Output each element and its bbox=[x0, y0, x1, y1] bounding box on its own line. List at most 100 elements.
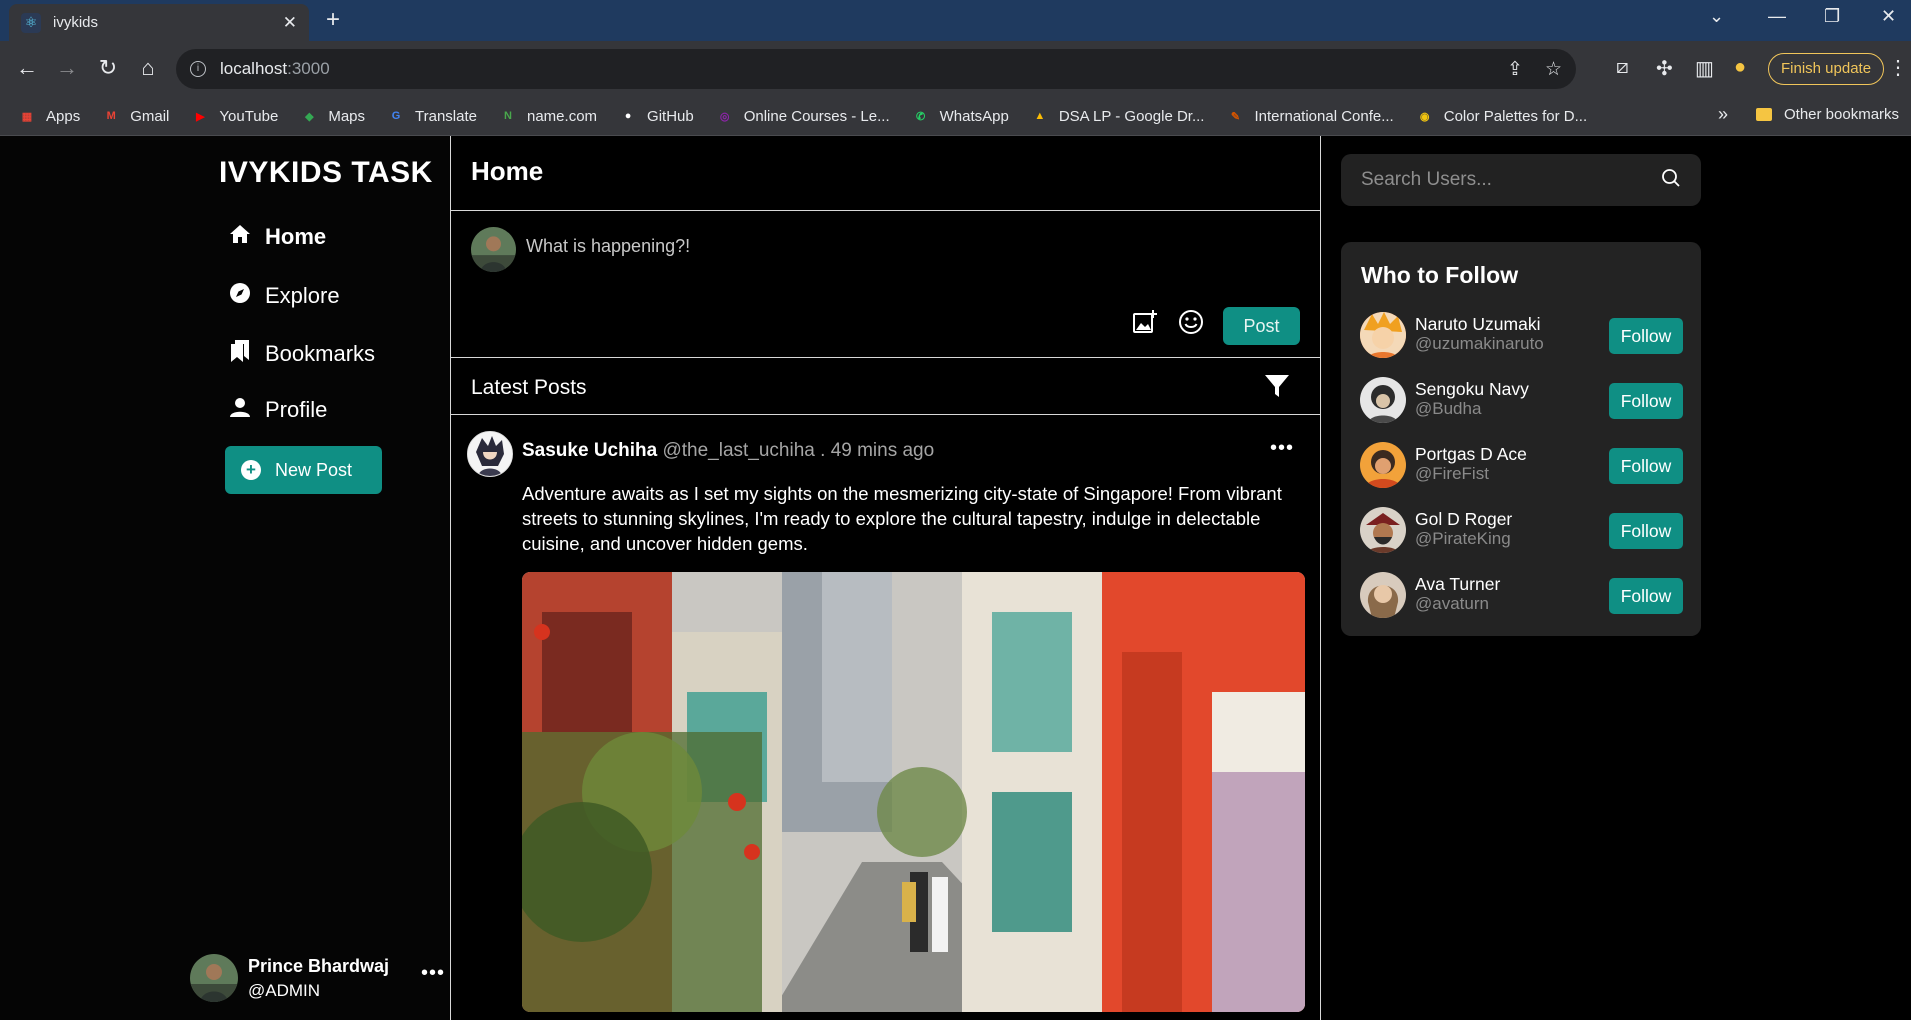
bookmarks-bar: ▦ Apps M Gmail ▶ YouTube ◆ Maps G Translate Nname.… bbox=[0, 97, 1911, 136]
bookmarks-icon bbox=[227, 339, 253, 369]
bookmark-item[interactable]: ◆ Maps bbox=[300, 107, 365, 125]
suggestion-avatar[interactable] bbox=[1360, 442, 1406, 488]
whatsapp-icon: ✆ bbox=[916, 110, 926, 123]
account-more-icon[interactable]: ••• bbox=[421, 962, 445, 985]
address-bar[interactable]: i localhost:3000 ⇪ ☆ bbox=[176, 49, 1576, 89]
new-tab-icon[interactable]: + bbox=[326, 8, 340, 32]
bookmark-item[interactable]: ▶ YouTube bbox=[191, 107, 278, 125]
suggestion-name[interactable]: Ava Turner bbox=[1415, 574, 1500, 595]
nav-item-home[interactable]: Home bbox=[227, 224, 326, 250]
extensions-puzzle-icon[interactable]: ✣ bbox=[1656, 56, 1673, 81]
follow-button[interactable]: Follow bbox=[1609, 513, 1683, 549]
suggestion-name[interactable]: Portgas D Ace bbox=[1415, 444, 1527, 465]
search-icon[interactable] bbox=[1661, 168, 1681, 193]
app: IVYKIDS TASK Home Explore Bookmarks Prof… bbox=[0, 136, 1911, 1020]
bookmark-item[interactable]: Nname.com bbox=[499, 107, 597, 125]
suggestion-avatar[interactable] bbox=[1360, 572, 1406, 618]
close-tab-icon[interactable]: ✕ bbox=[283, 13, 297, 33]
suggestion-name[interactable]: Naruto Uzumaki bbox=[1415, 314, 1540, 335]
bookmark-item[interactable]: M Gmail bbox=[102, 107, 170, 125]
suggestion-handle: @uzumakinaruto bbox=[1415, 334, 1544, 353]
post-author-name[interactable]: Sasuke Uchiha bbox=[522, 440, 657, 461]
post-author-handle[interactable]: @the_last_uchiha bbox=[662, 440, 814, 461]
bookmark-item[interactable]: ▲ DSA LP - Google Dr... bbox=[1031, 107, 1204, 125]
suggestion-avatar[interactable] bbox=[1360, 377, 1406, 423]
suggestion-name[interactable]: Sengoku Navy bbox=[1415, 379, 1529, 400]
follow-button[interactable]: Follow bbox=[1609, 318, 1683, 354]
post-author-avatar[interactable] bbox=[467, 431, 513, 477]
share-icon[interactable]: ⇪ bbox=[1507, 58, 1523, 81]
conference-icon: ✎ bbox=[1230, 110, 1241, 123]
who-to-follow-panel: Who to Follow Naruto Uzumaki @uzumakinar… bbox=[1341, 242, 1701, 636]
latest-posts-header: Latest Posts bbox=[451, 358, 1320, 415]
current-user-avatar bbox=[190, 954, 238, 1002]
post-body: Adventure awaits as I set my sights on t… bbox=[522, 483, 1282, 554]
nav-label-home: Home bbox=[265, 224, 327, 249]
more-bookmarks-icon[interactable]: » bbox=[1718, 104, 1728, 125]
suggestion-handle: @PirateKing bbox=[1415, 529, 1511, 548]
new-post-button[interactable]: + New Post bbox=[225, 446, 382, 494]
follow-button[interactable]: Follow bbox=[1609, 448, 1683, 484]
follow-suggestion: Portgas D Ace @FireFist Follow bbox=[1360, 441, 1683, 489]
bookmark-item[interactable]: G Translate bbox=[387, 107, 477, 125]
reload-icon[interactable]: ↻ bbox=[93, 53, 123, 83]
bookmark-label: Translate bbox=[415, 107, 477, 125]
bookmark-star-icon[interactable]: ☆ bbox=[1545, 58, 1562, 81]
current-user[interactable]: Prince Bhardwaj @ADMIN bbox=[190, 954, 389, 1002]
url-port: :3000 bbox=[287, 59, 330, 78]
brand-title: IVYKIDS TASK bbox=[219, 156, 433, 189]
profile-avatar-icon[interactable]: ● bbox=[1734, 56, 1746, 79]
filter-icon[interactable] bbox=[1264, 373, 1290, 404]
bookmark-item[interactable]: ◉ Color Palettes for D... bbox=[1416, 107, 1587, 125]
extension-icon[interactable]: ⧄ bbox=[1616, 56, 1629, 79]
courses-icon: ◎ bbox=[719, 110, 730, 123]
window-close-icon[interactable]: ✕ bbox=[1881, 6, 1896, 27]
person-icon bbox=[227, 397, 253, 423]
bookmark-item[interactable]: ● GitHub bbox=[619, 107, 694, 125]
add-image-icon[interactable] bbox=[1132, 309, 1158, 342]
follow-button[interactable]: Follow bbox=[1609, 383, 1683, 419]
finish-update-button[interactable]: Finish update bbox=[1768, 53, 1885, 85]
bookmark-item[interactable]: ◎ Online Courses - Le... bbox=[716, 107, 890, 125]
bookmark-label: International Confe... bbox=[1254, 107, 1394, 125]
compass-icon bbox=[227, 282, 253, 310]
minimize-icon[interactable]: — bbox=[1768, 6, 1786, 27]
restore-icon[interactable]: ❐ bbox=[1824, 6, 1840, 27]
nav-item-profile[interactable]: Profile bbox=[227, 397, 327, 423]
suggestion-avatar[interactable] bbox=[1360, 507, 1406, 553]
back-icon[interactable]: ← bbox=[12, 53, 42, 83]
browser-menu-icon[interactable]: ⋮ bbox=[1888, 55, 1908, 80]
bookmark-item[interactable]: ✆ WhatsApp bbox=[912, 107, 1009, 125]
suggestion-avatar[interactable] bbox=[1360, 312, 1406, 358]
bookmark-label: Maps bbox=[328, 107, 366, 125]
post-options-icon[interactable]: ••• bbox=[1270, 437, 1294, 460]
follow-button[interactable]: Follow bbox=[1609, 578, 1683, 614]
search-input[interactable] bbox=[1361, 169, 1661, 191]
browser-tab[interactable]: ⚛ ivykids ✕ bbox=[9, 4, 309, 41]
other-bookmarks-label: Other bookmarks bbox=[1784, 106, 1900, 123]
emoji-icon[interactable] bbox=[1178, 309, 1204, 342]
composer-input[interactable] bbox=[526, 229, 1226, 263]
nav-item-explore[interactable]: Explore bbox=[227, 282, 340, 310]
side-panel-icon[interactable]: ▥ bbox=[1695, 56, 1714, 81]
suggestion-handle: @FireFist bbox=[1415, 464, 1489, 483]
other-bookmarks[interactable]: Other bookmarks bbox=[1756, 106, 1899, 123]
left-sidebar: IVYKIDS TASK Home Explore Bookmarks Prof… bbox=[0, 136, 451, 1020]
post-button[interactable]: Post bbox=[1223, 307, 1300, 345]
bookmark-item[interactable]: ▦ Apps bbox=[18, 107, 80, 125]
bookmark-item[interactable]: ✎ International Confe... bbox=[1226, 107, 1394, 125]
tab-search-icon[interactable]: ⌄ bbox=[1709, 6, 1724, 27]
home-page-icon[interactable]: ⌂ bbox=[133, 53, 163, 83]
bookmark-label: Color Palettes for D... bbox=[1443, 107, 1588, 125]
nav-label-profile: Profile bbox=[265, 397, 328, 422]
post-image[interactable] bbox=[522, 572, 1305, 1012]
suggestion-handle: @avaturn bbox=[1415, 594, 1489, 613]
site-info-icon[interactable]: i bbox=[190, 61, 206, 77]
nav-item-bookmarks[interactable]: Bookmarks bbox=[227, 339, 375, 369]
home-icon bbox=[227, 224, 253, 250]
suggestion-name[interactable]: Gol D Roger bbox=[1415, 509, 1512, 530]
who-to-follow-title: Who to Follow bbox=[1361, 262, 1519, 288]
new-post-label: New Post bbox=[275, 459, 353, 480]
forward-icon[interactable]: → bbox=[52, 53, 82, 83]
right-sidebar: Who to Follow Naruto Uzumaki @uzumakinar… bbox=[1321, 136, 1911, 1020]
